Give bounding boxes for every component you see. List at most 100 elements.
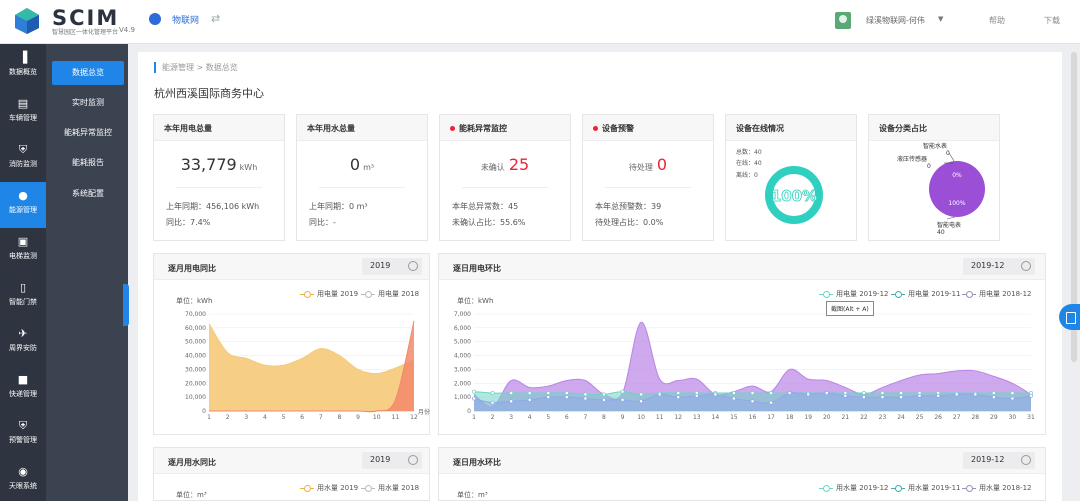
- y-tick-label: 2,000: [454, 380, 471, 387]
- user-menu[interactable]: 绿溪物联网-何伟: [866, 15, 925, 26]
- card-warning: 设备预警 待处理 0 本年总预警数：39 待处理占比：0.0%: [582, 114, 714, 241]
- anomaly-unconfirmed[interactable]: 未确认 25: [440, 155, 570, 174]
- legend-marker-icon: [361, 290, 375, 298]
- x-tick-label: 16: [749, 414, 757, 421]
- legend-marker-icon: [300, 484, 314, 492]
- nav-item-skyeye[interactable]: ◉ 天眼系统: [0, 458, 46, 501]
- y-tick-label: 0: [467, 408, 471, 415]
- legend-marker-icon: [962, 484, 976, 492]
- nav-item-elevator[interactable]: ▣ 电梯监测: [0, 228, 46, 274]
- nav-item-perimeter[interactable]: ✈ 周界安防: [0, 320, 46, 366]
- nav-item-warning[interactable]: ⛨ 预警管理: [0, 412, 46, 458]
- data-point: [657, 392, 662, 397]
- collapse-handle[interactable]: [123, 284, 129, 326]
- legend-water-2019[interactable]: 用水量 2019: [300, 483, 358, 493]
- screenshot-tooltip: 截图(Alt + A): [826, 301, 874, 316]
- divider: [319, 187, 405, 188]
- data-point: [490, 400, 495, 405]
- platform-label[interactable]: 物联网: [172, 13, 199, 26]
- top-header: SCIM 智慧园区一体化管理平台 V4.9 物联网 ⇄ 绿溪物联网-何伟 ▼ 帮…: [0, 0, 1080, 44]
- legend-2019[interactable]: 用电量 2019: [300, 289, 358, 299]
- data-point: [602, 397, 606, 402]
- subnav-config[interactable]: 系统配置: [52, 182, 124, 206]
- swap-icon[interactable]: ⇄: [211, 12, 220, 25]
- card-title: 设备预警: [583, 115, 713, 141]
- legend-2018-12[interactable]: 用电量 2018-12: [962, 289, 1031, 299]
- x-tick-label: 7: [583, 414, 587, 421]
- avatar[interactable]: [835, 12, 851, 29]
- data-point: [472, 389, 476, 394]
- water-total: 0 m³: [349, 155, 375, 174]
- month-select[interactable]: 2019-12: [963, 452, 1035, 469]
- data-point: [583, 396, 588, 401]
- year-select[interactable]: 2019: [362, 258, 422, 275]
- month-select[interactable]: 2019-12: [963, 258, 1035, 275]
- x-tick-label: 9: [621, 414, 625, 421]
- data-point: [1010, 396, 1015, 401]
- data-point: [564, 391, 569, 395]
- x-tick-label: 26: [934, 414, 942, 421]
- data-point: [769, 400, 774, 405]
- clock-icon: [1021, 261, 1031, 271]
- subnav-realtime[interactable]: 实时监测: [52, 91, 124, 115]
- anomaly-total: 本年总异常数：45: [452, 202, 519, 211]
- data-point: [806, 392, 811, 397]
- legend-water-2018-12[interactable]: 用水量 2018-12: [962, 483, 1031, 493]
- year-select[interactable]: 2019: [362, 452, 422, 469]
- box-icon: ■: [17, 373, 29, 386]
- x-tick-label: 8: [602, 414, 606, 421]
- data-point: [861, 395, 866, 400]
- data-point: [676, 395, 681, 400]
- x-tick-label: 15: [730, 414, 738, 421]
- data-point: [527, 397, 532, 402]
- warning-pending[interactable]: 待处理 0: [583, 155, 713, 174]
- data-point: [769, 391, 774, 395]
- pie-zero-pct: 0%: [952, 172, 962, 179]
- legend-water-2019-11[interactable]: 用水量 2019-11: [891, 483, 960, 493]
- data-point: [527, 391, 532, 395]
- chevron-down-icon[interactable]: ▼: [938, 15, 943, 23]
- subnav-report[interactable]: 能耗报告: [52, 151, 124, 175]
- nav-item-vehicles[interactable]: ▤ 车辆管理: [0, 90, 46, 136]
- data-point: [750, 391, 755, 395]
- online-count-total: 总数：40: [736, 149, 762, 156]
- data-point: [954, 392, 959, 397]
- subnav-anomaly[interactable]: 能耗异常监控: [52, 121, 124, 145]
- iot-icon[interactable]: [149, 13, 161, 25]
- main-content: 能源管理 > 数据总览 杭州西溪国际商务中心 本年用电总量 33,779 kWh …: [138, 52, 1062, 501]
- legend-water-2019-12[interactable]: 用水量 2019-12: [819, 483, 888, 493]
- y-tick-label: 70,000: [185, 311, 206, 318]
- divider: [605, 187, 691, 188]
- legend-2018[interactable]: 用电量 2018: [361, 289, 419, 299]
- data-point: [639, 392, 644, 397]
- help-link[interactable]: 帮助: [989, 15, 1005, 26]
- subnav-overview[interactable]: 数据总览: [52, 61, 124, 85]
- x-tick-label: 24: [897, 414, 905, 421]
- x-tick-label: 20: [823, 414, 831, 421]
- nav-item-fire[interactable]: ⛨ 消防监测: [0, 136, 46, 182]
- x-tick-label: 19: [804, 414, 812, 421]
- y-tick-label: 5,000: [454, 339, 471, 346]
- nav-item-overview[interactable]: ▐ 数据概览: [0, 44, 46, 90]
- float-doc-button[interactable]: [1059, 304, 1080, 330]
- y-tick-label: 60,000: [185, 325, 206, 332]
- x-tick-label: 5: [546, 414, 550, 421]
- x-tick-label: 23: [879, 414, 887, 421]
- nav-item-door[interactable]: ▯ 智能门禁: [0, 274, 46, 320]
- x-tick-label: 28: [971, 414, 979, 421]
- data-point: [509, 391, 514, 395]
- nav-item-delivery[interactable]: ■ 快递管理: [0, 366, 46, 412]
- x-tick-label: 30: [1009, 414, 1017, 421]
- nav-item-energy[interactable]: ● 能源管理: [0, 182, 46, 228]
- y-tick-label: 3,000: [454, 366, 471, 373]
- online-ring-chart: 100%: [765, 166, 823, 224]
- download-link[interactable]: 下载: [1044, 15, 1060, 26]
- legend-water-2018[interactable]: 用水量 2018: [361, 483, 419, 493]
- alert-shield-icon: ⛨: [18, 419, 28, 432]
- legend-2019-11[interactable]: 用电量 2019-11: [891, 289, 960, 299]
- y-tick-label: 50,000: [185, 339, 206, 346]
- clock-icon: [408, 261, 418, 271]
- data-point: [787, 391, 792, 395]
- legend-2019-12[interactable]: 用电量 2019-12: [819, 289, 888, 299]
- x-tick-label: 3: [244, 414, 248, 421]
